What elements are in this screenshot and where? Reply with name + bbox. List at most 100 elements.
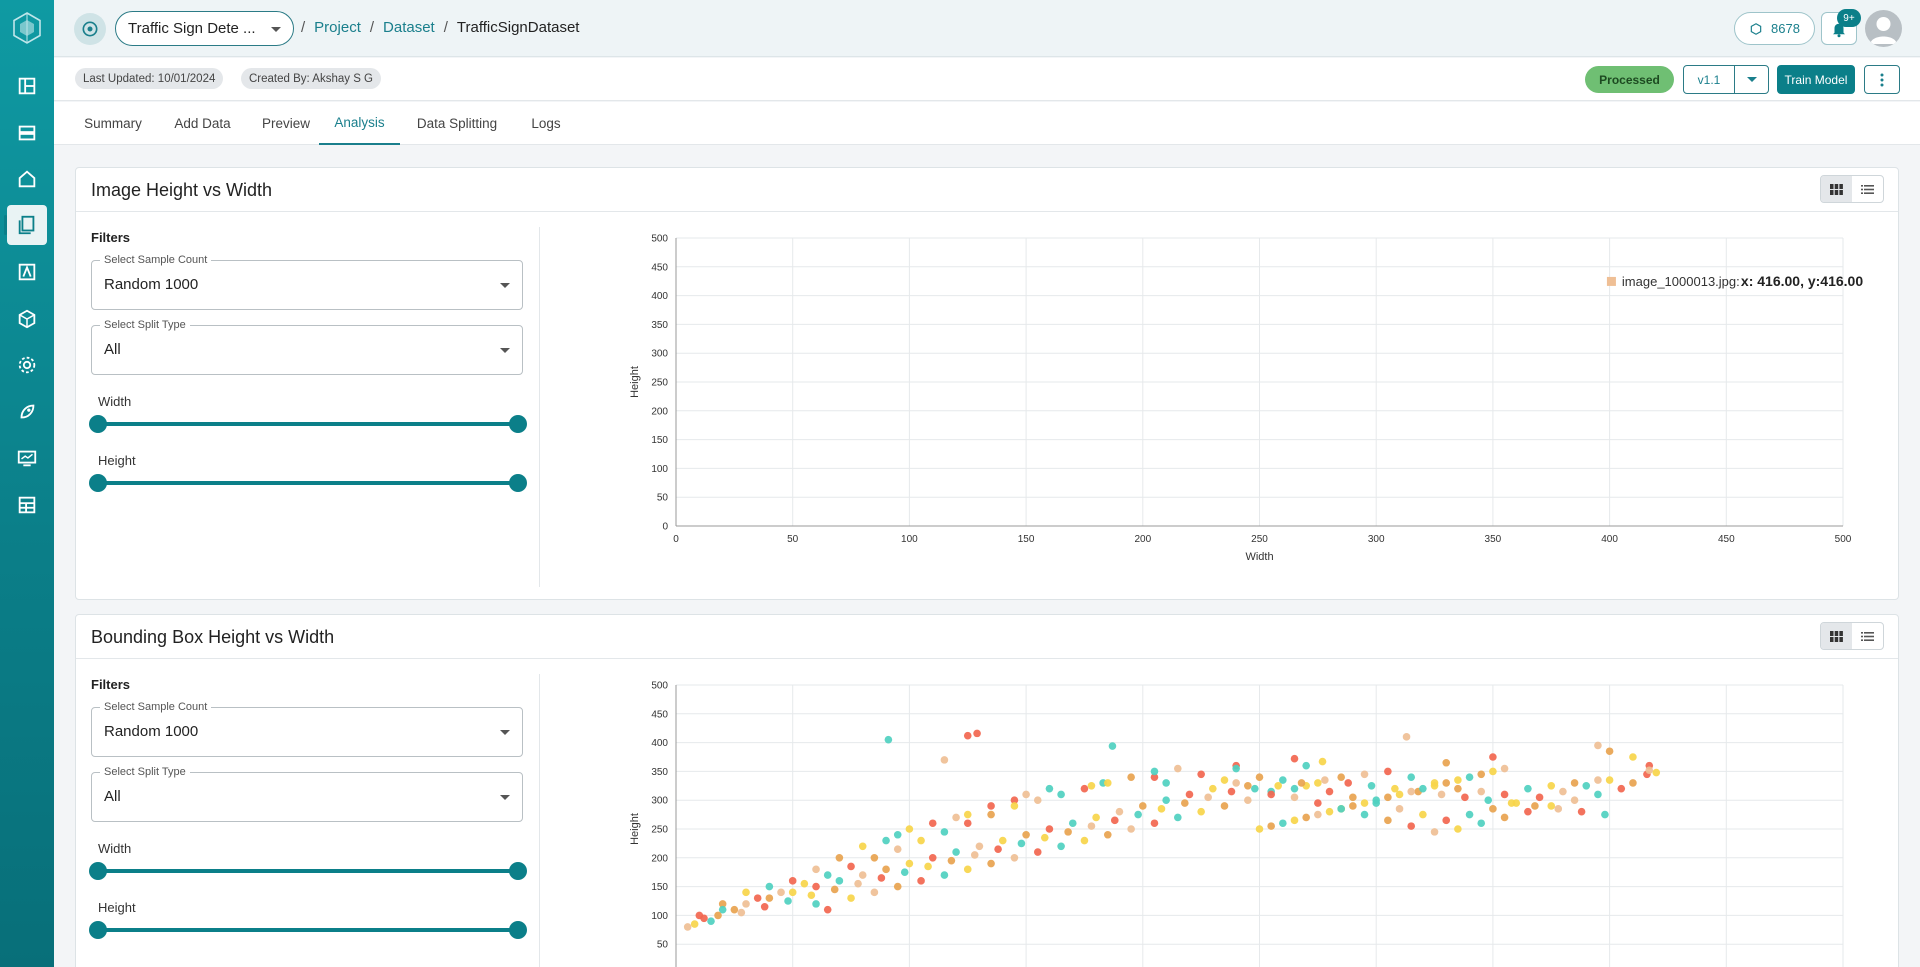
scatter-point <box>800 879 809 888</box>
sidebar-item-datasets[interactable] <box>4 205 47 245</box>
scatter-point <box>714 911 722 920</box>
breadcrumb-project[interactable]: Project <box>314 19 361 36</box>
split-type-select[interactable]: Select Split Type All <box>91 766 523 822</box>
scatter-point <box>1134 810 1142 819</box>
y-tick-label: 350 <box>651 767 668 778</box>
height-range-slider[interactable] <box>89 921 527 939</box>
sidebar-item-settings[interactable] <box>7 345 47 385</box>
scatter-point <box>1087 782 1096 790</box>
height-max-handle[interactable] <box>509 921 527 939</box>
scatter-point <box>784 897 792 905</box>
panel-title: Bounding Box Height vs Width <box>91 627 335 647</box>
version-dropdown-button[interactable] <box>1734 66 1768 93</box>
width-range-slider[interactable] <box>89 862 527 880</box>
sidebar-item-models[interactable] <box>7 299 47 339</box>
credits-button[interactable]: 8678 <box>1734 12 1815 45</box>
scatter-point <box>1103 830 1112 839</box>
view-toggle <box>1820 175 1884 203</box>
list-view-button[interactable] <box>1852 623 1883 649</box>
sample-count-select[interactable]: Select Sample Count Random 1000 <box>91 701 523 757</box>
y-tick-label: 500 <box>651 681 668 692</box>
scatter-point <box>1150 767 1159 776</box>
scatter-point <box>1045 784 1054 793</box>
scatter-point <box>742 900 750 908</box>
x-tick-label: 100 <box>901 534 918 545</box>
scatter-point <box>1337 805 1345 813</box>
sidebar-item-deploy[interactable] <box>7 392 47 432</box>
width-max-handle[interactable] <box>509 862 527 880</box>
scatter-point <box>963 819 972 828</box>
scatter-point <box>1057 842 1065 851</box>
scatter-point <box>893 845 902 853</box>
height-range-slider[interactable] <box>89 474 527 492</box>
tab-preview[interactable]: Preview <box>251 102 321 145</box>
tab-bar: Summary Add Data Preview Analysis Data S… <box>54 102 1920 145</box>
more-options-button[interactable] <box>1864 65 1900 94</box>
sidebar-item-reports[interactable] <box>7 485 47 525</box>
breadcrumb-dataset[interactable]: Dataset <box>383 19 435 36</box>
width-range-slider[interactable] <box>89 415 527 433</box>
home-icon <box>18 170 36 188</box>
scatter-point <box>998 836 1007 845</box>
scatter-point <box>760 902 769 911</box>
train-model-button[interactable]: Train Model <box>1777 65 1855 94</box>
tab-data-splitting[interactable]: Data Splitting <box>404 102 510 145</box>
filters-pane: Filters Select Sample Count Random 1000 … <box>76 659 539 967</box>
caret-down-icon <box>1746 77 1757 82</box>
scatter-point <box>1255 773 1264 781</box>
list-view-button[interactable] <box>1852 176 1883 202</box>
scatter-point <box>1465 773 1474 781</box>
width-min-handle[interactable] <box>89 415 107 433</box>
width-max-handle[interactable] <box>509 415 527 433</box>
version-selector[interactable]: v1.1 <box>1683 65 1769 94</box>
rocket-icon <box>20 404 35 419</box>
tab-add-data[interactable]: Add Data <box>161 102 244 145</box>
split-type-select[interactable]: Select Split Type All <box>91 319 523 375</box>
scatter-point <box>1605 747 1614 756</box>
grid-view-button[interactable] <box>1821 176 1852 202</box>
tab-logs[interactable]: Logs <box>516 102 576 145</box>
sidebar-item-dashboard[interactable] <box>7 66 47 106</box>
scatter-point <box>1407 822 1416 830</box>
scatter-point <box>1255 825 1264 833</box>
project-icon[interactable] <box>74 13 106 45</box>
height-max-handle[interactable] <box>509 474 527 492</box>
version-label[interactable]: v1.1 <box>1684 66 1734 93</box>
height-min-handle[interactable] <box>89 474 107 492</box>
scatter-point <box>940 756 949 764</box>
sidebar-item-storage[interactable] <box>7 113 47 153</box>
sidebar-item-home[interactable] <box>7 159 47 199</box>
width-min-handle[interactable] <box>89 862 107 880</box>
tooltip-name: image_1000013.jpg: <box>1622 274 1740 289</box>
grid-view-button[interactable] <box>1821 623 1852 649</box>
scatter-point <box>1103 779 1112 787</box>
scatter-point <box>858 871 867 879</box>
scatter-point <box>1442 779 1451 787</box>
scatter-point <box>1267 822 1275 830</box>
scatter-point <box>952 848 960 856</box>
scatter-point <box>1290 816 1299 825</box>
project-selector[interactable]: Traffic Sign Dete ... <box>115 11 294 46</box>
scatter-point <box>1080 784 1089 793</box>
split-type-label: Select Split Type <box>100 766 190 778</box>
scatter-point <box>1244 782 1252 790</box>
scatter-point <box>788 888 797 897</box>
datasets-icon <box>18 215 35 235</box>
credits-count: 8678 <box>1771 21 1800 36</box>
sample-count-select[interactable]: Select Sample Count Random 1000 <box>91 254 523 310</box>
tab-summary[interactable]: Summary <box>73 102 153 145</box>
scatter-point <box>1209 784 1217 793</box>
tab-analysis[interactable]: Analysis <box>319 102 400 145</box>
scatter-point <box>1629 753 1637 761</box>
scatter-point <box>1554 805 1563 813</box>
scatter-point <box>1419 810 1427 819</box>
split-type-value: All <box>104 341 121 358</box>
app-logo-icon[interactable] <box>13 12 41 44</box>
sidebar-item-annotation[interactable] <box>7 252 47 292</box>
breadcrumb-sep: / <box>369 19 375 36</box>
avatar[interactable] <box>1865 10 1902 47</box>
sidebar-item-monitoring[interactable] <box>7 438 47 478</box>
y-tick-label: 200 <box>651 853 668 864</box>
scatter-point <box>1080 836 1089 845</box>
height-min-handle[interactable] <box>89 921 107 939</box>
